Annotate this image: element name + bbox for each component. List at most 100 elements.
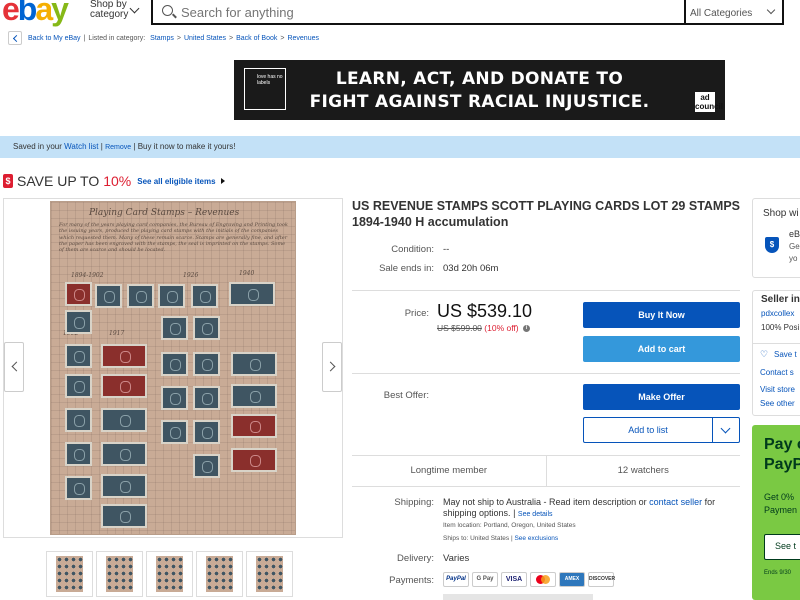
stamp bbox=[193, 316, 220, 340]
mastercard-icon bbox=[530, 572, 556, 587]
condition-value: -- bbox=[443, 244, 450, 255]
make-offer-button[interactable]: Make Offer bbox=[583, 384, 740, 410]
ad-council-logo: ad council bbox=[695, 92, 724, 112]
year-label: 1917 bbox=[109, 330, 125, 337]
album-page-note: For many of the years playing card compa… bbox=[59, 222, 288, 254]
contact-seller-link[interactable]: Contact s bbox=[760, 368, 794, 377]
logo-letter-y: y bbox=[51, 0, 69, 27]
stamp bbox=[65, 476, 92, 500]
guarantee-text-2: yo bbox=[789, 254, 798, 263]
see-details-link[interactable]: See details bbox=[518, 511, 553, 518]
promo-subtitle: Get 0% Paymen bbox=[764, 491, 797, 517]
thumbnail[interactable] bbox=[146, 551, 193, 597]
shipping-description: May not ship to Australia - Read item de… bbox=[443, 497, 650, 507]
ships-to-text: Ships to: United States bbox=[443, 535, 510, 542]
divider bbox=[753, 343, 800, 344]
ebay-logo[interactable]: ebay bbox=[2, 0, 69, 27]
stamp bbox=[161, 420, 188, 444]
breadcrumb-separator: > bbox=[280, 34, 285, 42]
thumbnail-image bbox=[56, 556, 83, 592]
stamp bbox=[65, 310, 92, 334]
chevron-down-icon[interactable] bbox=[712, 418, 739, 442]
seller-name-link[interactable]: pdxcollex bbox=[761, 309, 800, 318]
logo-letter-a: a bbox=[35, 0, 53, 27]
promo-button[interactable]: See t bbox=[764, 534, 800, 560]
listing-stats: Longtime member 12 watchers bbox=[352, 455, 740, 487]
watch-list-link[interactable]: Watch list bbox=[64, 142, 98, 151]
stamp bbox=[127, 284, 154, 308]
shop-by-category[interactable]: Shop by category bbox=[90, 0, 130, 20]
shipping-text: May not ship to Australia - Read item de… bbox=[443, 497, 716, 518]
thumbnail[interactable] bbox=[96, 551, 143, 597]
promo-title-1: Pay o bbox=[764, 436, 800, 453]
paypal-promo[interactable]: Pay o PayP Get 0% Paymen See t Ends 9/30 bbox=[752, 425, 800, 600]
stamp bbox=[231, 414, 277, 438]
category-select[interactable]: All Categories bbox=[684, 0, 784, 25]
item-image-viewer[interactable]: Playing Card Stamps – Revenues For many … bbox=[3, 198, 343, 538]
breadcrumb-item-stamps[interactable]: Stamps bbox=[150, 35, 174, 42]
contact-seller-link[interactable]: contact seller bbox=[649, 497, 702, 507]
breadcrumb: Back to My eBay | Listed in category: St… bbox=[8, 30, 319, 46]
remove-link[interactable]: Remove bbox=[105, 144, 131, 151]
thumbnail[interactable] bbox=[246, 551, 293, 597]
discount-percent: (10% off) bbox=[484, 323, 519, 333]
price-tag-icon: $ bbox=[3, 174, 13, 188]
save-seller-label: Save t bbox=[774, 350, 797, 359]
thumbnail[interactable] bbox=[46, 551, 93, 597]
see-eligible-items-link[interactable]: See all eligible items bbox=[137, 177, 215, 186]
image-next-button[interactable] bbox=[322, 342, 342, 392]
ad-headline-1: LEARN, ACT, AND DONATE TO bbox=[335, 69, 624, 89]
stamp bbox=[193, 420, 220, 444]
see-other-items-link[interactable]: See other bbox=[760, 399, 795, 408]
stamp bbox=[229, 282, 275, 306]
thumbnail[interactable] bbox=[196, 551, 243, 597]
separator: | bbox=[83, 34, 86, 42]
search-input[interactable] bbox=[181, 3, 661, 21]
breadcrumb-separator: > bbox=[176, 34, 181, 42]
back-to-my-ebay-link[interactable]: Back to My eBay bbox=[28, 35, 81, 42]
stamp bbox=[95, 284, 122, 308]
guarantee-text-1: Ge bbox=[789, 242, 800, 251]
seller-info-title: Seller in bbox=[761, 294, 800, 305]
breadcrumb-separator: > bbox=[229, 34, 234, 42]
save-seller-link[interactable]: ♡ Save t bbox=[760, 350, 797, 360]
stamp bbox=[65, 344, 92, 368]
payment-methods: PayPal G Pay VISA AMEX DISCOVER bbox=[443, 572, 615, 587]
visit-store-link[interactable]: Visit store bbox=[760, 385, 795, 394]
year-label: 1926 bbox=[183, 272, 199, 279]
sale-ends-label: Sale ends in: bbox=[379, 263, 434, 274]
promo-title-2: PayP bbox=[764, 456, 800, 473]
see-exclusions-link[interactable]: See exclusions bbox=[514, 535, 558, 542]
ad-headline-2: FIGHT AGAINST RACIAL INJUSTICE. bbox=[309, 92, 650, 112]
divider bbox=[352, 373, 740, 374]
breadcrumb-item-back-of-book[interactable]: Back of Book bbox=[236, 35, 277, 42]
stamp bbox=[193, 454, 220, 478]
play-arrow-icon[interactable] bbox=[220, 178, 225, 184]
add-to-cart-button[interactable]: Add to cart bbox=[583, 336, 740, 362]
breadcrumb-item-revenues[interactable]: Revenues bbox=[287, 35, 319, 42]
info-icon[interactable]: i bbox=[523, 325, 530, 333]
save-up-text: SAVE UP TO bbox=[17, 173, 100, 189]
item-photo[interactable]: Playing Card Stamps – Revenues For many … bbox=[50, 201, 296, 535]
item-location: Item location: Portland, Oregon, United … bbox=[443, 522, 576, 529]
separator: | bbox=[100, 142, 103, 151]
stamp bbox=[65, 282, 92, 306]
stamp bbox=[231, 384, 277, 408]
chevron-down-icon[interactable] bbox=[129, 3, 140, 14]
sale-ends-value: 03d 20h 06m bbox=[443, 263, 499, 274]
chevron-down-icon bbox=[766, 5, 776, 15]
top-header: ebay Shop by category All Categories bbox=[0, 0, 800, 26]
back-arrow-icon[interactable] bbox=[8, 31, 22, 45]
stamp bbox=[101, 474, 147, 498]
breadcrumb-item-united-states[interactable]: United States bbox=[184, 35, 226, 42]
search-box[interactable] bbox=[151, 0, 684, 25]
add-to-list-button[interactable]: Add to list bbox=[583, 417, 740, 443]
price-value: US $539.10 bbox=[437, 301, 533, 321]
stamp bbox=[65, 408, 92, 432]
paypal-icon: PayPal bbox=[443, 572, 469, 587]
ad-banner[interactable]: love has no labels LEARN, ACT, AND DONAT… bbox=[234, 60, 725, 120]
buy-it-now-button[interactable]: Buy It Now bbox=[583, 302, 740, 328]
image-previous-button[interactable] bbox=[4, 342, 24, 392]
cutoff-text bbox=[443, 594, 593, 600]
ebay-guarantee-title: eB bbox=[789, 229, 800, 239]
